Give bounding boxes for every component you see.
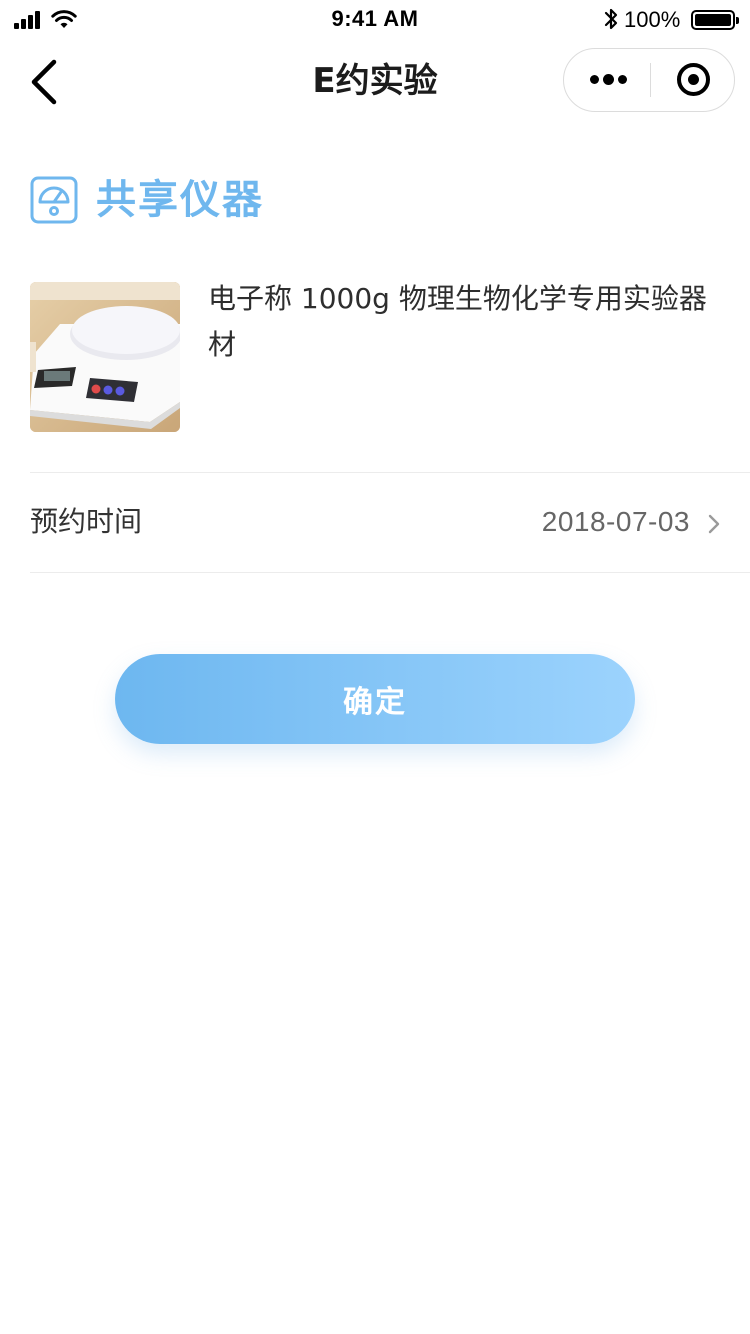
page: 9:41 AM 100% E约实验 共享仪器 电子称 1000g 物理生物化学专… [0,0,750,1334]
divider-top [30,472,750,473]
product-name[interactable]: 电子称 1000g 物理生物化学专用实验器材 [208,276,720,368]
more-dot-center [603,74,614,85]
status-bar: 9:41 AM 100% [0,0,750,40]
gauge-meter-icon [30,176,78,224]
product-image[interactable] [30,282,180,432]
battery-icon [691,10,739,30]
booking-time-row[interactable]: 预约时间 2018-07-03 [30,474,750,572]
booking-time-label: 预约时间 [30,505,143,538]
more-dots-icon [590,75,599,84]
close-miniprogram-button[interactable] [651,49,735,110]
chevron-right-icon [708,514,720,534]
more-button[interactable] [564,49,650,110]
miniprogram-capsule [563,48,735,112]
more-dot-right [618,75,627,84]
section-title: 共享仪器 [96,177,264,223]
electronic-scale-image [30,282,180,432]
confirm-button[interactable]: 确定 [115,654,635,744]
target-dot [688,74,699,85]
battery-percent: 100% [624,7,681,32]
booking-time-value: 2018-07-03 [541,506,690,537]
divider-bottom [30,572,750,573]
bluetooth-icon [604,8,618,30]
